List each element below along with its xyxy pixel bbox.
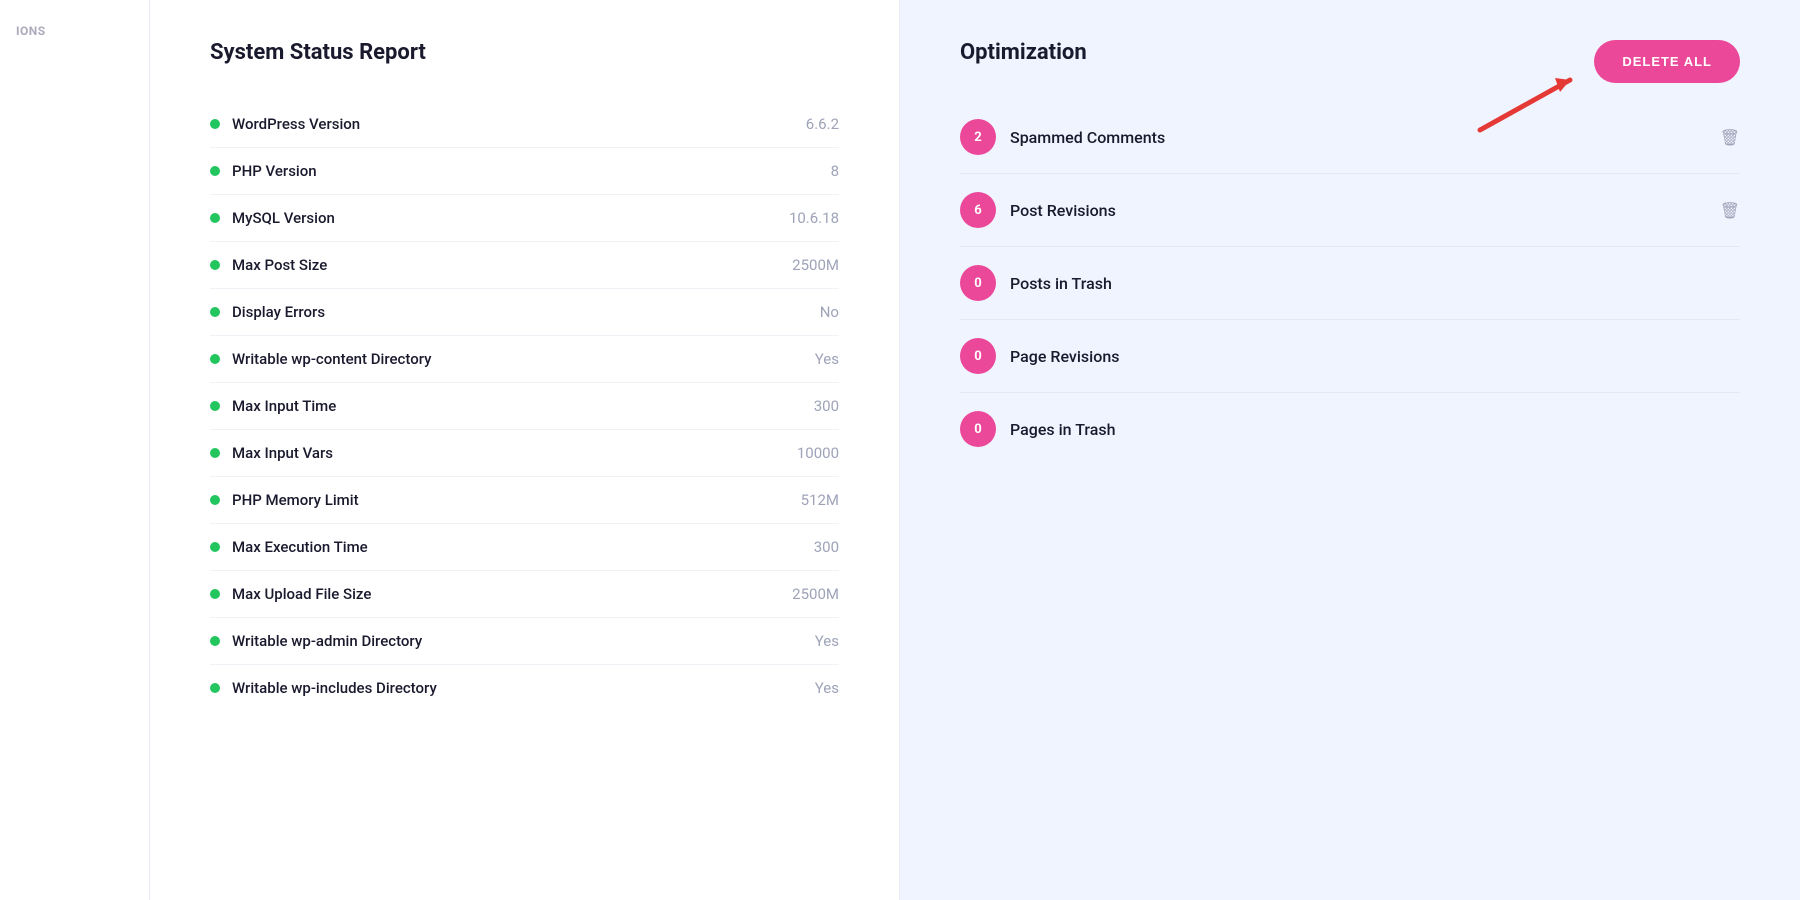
- status-item: Max Input Vars 10000: [210, 430, 839, 477]
- status-value: No: [820, 303, 839, 321]
- opt-label: Page Revisions: [1010, 347, 1740, 366]
- status-item-left: Max Upload File Size: [210, 585, 371, 603]
- status-value: Yes: [815, 632, 839, 650]
- status-dot: [210, 448, 220, 458]
- opt-badge: 0: [960, 411, 996, 447]
- status-dot: [210, 119, 220, 129]
- status-value: 300: [814, 397, 839, 415]
- status-label: Max Post Size: [232, 256, 327, 274]
- opt-item: 0 Pages in Trash: [960, 393, 1740, 465]
- status-list: WordPress Version 6.6.2 PHP Version 8 My…: [210, 101, 839, 711]
- optimization-list: 2 Spammed Comments 🗑 6 Post Revisions 🗑 …: [960, 101, 1740, 465]
- status-value: 2500M: [792, 585, 839, 603]
- status-value: 10.6.18: [789, 209, 839, 227]
- status-item: PHP Memory Limit 512M: [210, 477, 839, 524]
- status-value: Yes: [815, 679, 839, 697]
- opt-badge: 2: [960, 119, 996, 155]
- status-value: Yes: [815, 350, 839, 368]
- status-item: PHP Version 8: [210, 148, 839, 195]
- status-item-left: Max Input Vars: [210, 444, 333, 462]
- status-dot: [210, 401, 220, 411]
- status-value: 10000: [797, 444, 839, 462]
- trash-icon[interactable]: 🗑: [1720, 201, 1740, 220]
- status-item: WordPress Version 6.6.2: [210, 101, 839, 148]
- status-dot: [210, 542, 220, 552]
- status-dot: [210, 354, 220, 364]
- arrow-indicator: [1470, 60, 1600, 144]
- status-label: PHP Version: [232, 162, 317, 180]
- opt-label: Pages in Trash: [1010, 420, 1740, 439]
- status-dot: [210, 636, 220, 646]
- status-item-left: Writable wp-admin Directory: [210, 632, 422, 650]
- status-item-left: PHP Memory Limit: [210, 491, 359, 509]
- status-dot: [210, 307, 220, 317]
- status-item-left: WordPress Version: [210, 115, 360, 133]
- status-dot: [210, 166, 220, 176]
- status-item-left: Writable wp-content Directory: [210, 350, 432, 368]
- status-value: 512M: [801, 491, 839, 509]
- trash-icon[interactable]: 🗑: [1720, 128, 1740, 147]
- status-label: WordPress Version: [232, 115, 360, 133]
- opt-item: 2 Spammed Comments 🗑: [960, 101, 1740, 174]
- status-item-left: MySQL Version: [210, 209, 335, 227]
- opt-badge: 0: [960, 265, 996, 301]
- opt-item: 0 Posts in Trash: [960, 247, 1740, 320]
- status-value: 6.6.2: [806, 115, 839, 133]
- status-label: Display Errors: [232, 303, 325, 321]
- system-status-title: System Status Report: [210, 40, 839, 65]
- status-label: Writable wp-content Directory: [232, 350, 432, 368]
- status-label: Max Input Time: [232, 397, 336, 415]
- status-item: Writable wp-content Directory Yes: [210, 336, 839, 383]
- opt-badge: 0: [960, 338, 996, 374]
- status-value: 8: [831, 162, 839, 180]
- opt-label: Post Revisions: [1010, 201, 1706, 220]
- optimization-panel: Optimization DELETE ALL 2 Spammed Commen…: [900, 0, 1800, 900]
- opt-badge: 6: [960, 192, 996, 228]
- sidebar: IONS: [0, 0, 150, 900]
- status-item-left: Max Input Time: [210, 397, 336, 415]
- status-label: Writable wp-admin Directory: [232, 632, 422, 650]
- status-value: 300: [814, 538, 839, 556]
- opt-label: Spammed Comments: [1010, 128, 1706, 147]
- status-label: Max Execution Time: [232, 538, 368, 556]
- status-value: 2500M: [792, 256, 839, 274]
- status-item: Display Errors No: [210, 289, 839, 336]
- status-item: Max Post Size 2500M: [210, 242, 839, 289]
- status-label: MySQL Version: [232, 209, 335, 227]
- status-item-left: PHP Version: [210, 162, 317, 180]
- status-item: Max Input Time 300: [210, 383, 839, 430]
- status-dot: [210, 683, 220, 693]
- red-arrow-icon: [1470, 60, 1600, 140]
- status-dot: [210, 260, 220, 270]
- status-item-left: Max Post Size: [210, 256, 327, 274]
- status-dot: [210, 495, 220, 505]
- status-label: Writable wp-includes Directory: [232, 679, 437, 697]
- sidebar-title: IONS: [16, 24, 46, 38]
- opt-label: Posts in Trash: [1010, 274, 1740, 293]
- status-item: MySQL Version 10.6.18: [210, 195, 839, 242]
- status-label: Max Input Vars: [232, 444, 333, 462]
- status-item-left: Max Execution Time: [210, 538, 368, 556]
- status-item: Max Execution Time 300: [210, 524, 839, 571]
- status-dot: [210, 213, 220, 223]
- opt-item: 0 Page Revisions: [960, 320, 1740, 393]
- status-item: Writable wp-includes Directory Yes: [210, 665, 839, 711]
- status-label: PHP Memory Limit: [232, 491, 359, 509]
- system-status-panel: System Status Report WordPress Version 6…: [150, 0, 900, 900]
- status-item-left: Display Errors: [210, 303, 325, 321]
- delete-all-button[interactable]: DELETE ALL: [1594, 40, 1740, 83]
- status-label: Max Upload File Size: [232, 585, 371, 603]
- main-content: System Status Report WordPress Version 6…: [150, 0, 1800, 900]
- status-item-left: Writable wp-includes Directory: [210, 679, 437, 697]
- status-item: Writable wp-admin Directory Yes: [210, 618, 839, 665]
- status-dot: [210, 589, 220, 599]
- opt-item: 6 Post Revisions 🗑: [960, 174, 1740, 247]
- status-item: Max Upload File Size 2500M: [210, 571, 839, 618]
